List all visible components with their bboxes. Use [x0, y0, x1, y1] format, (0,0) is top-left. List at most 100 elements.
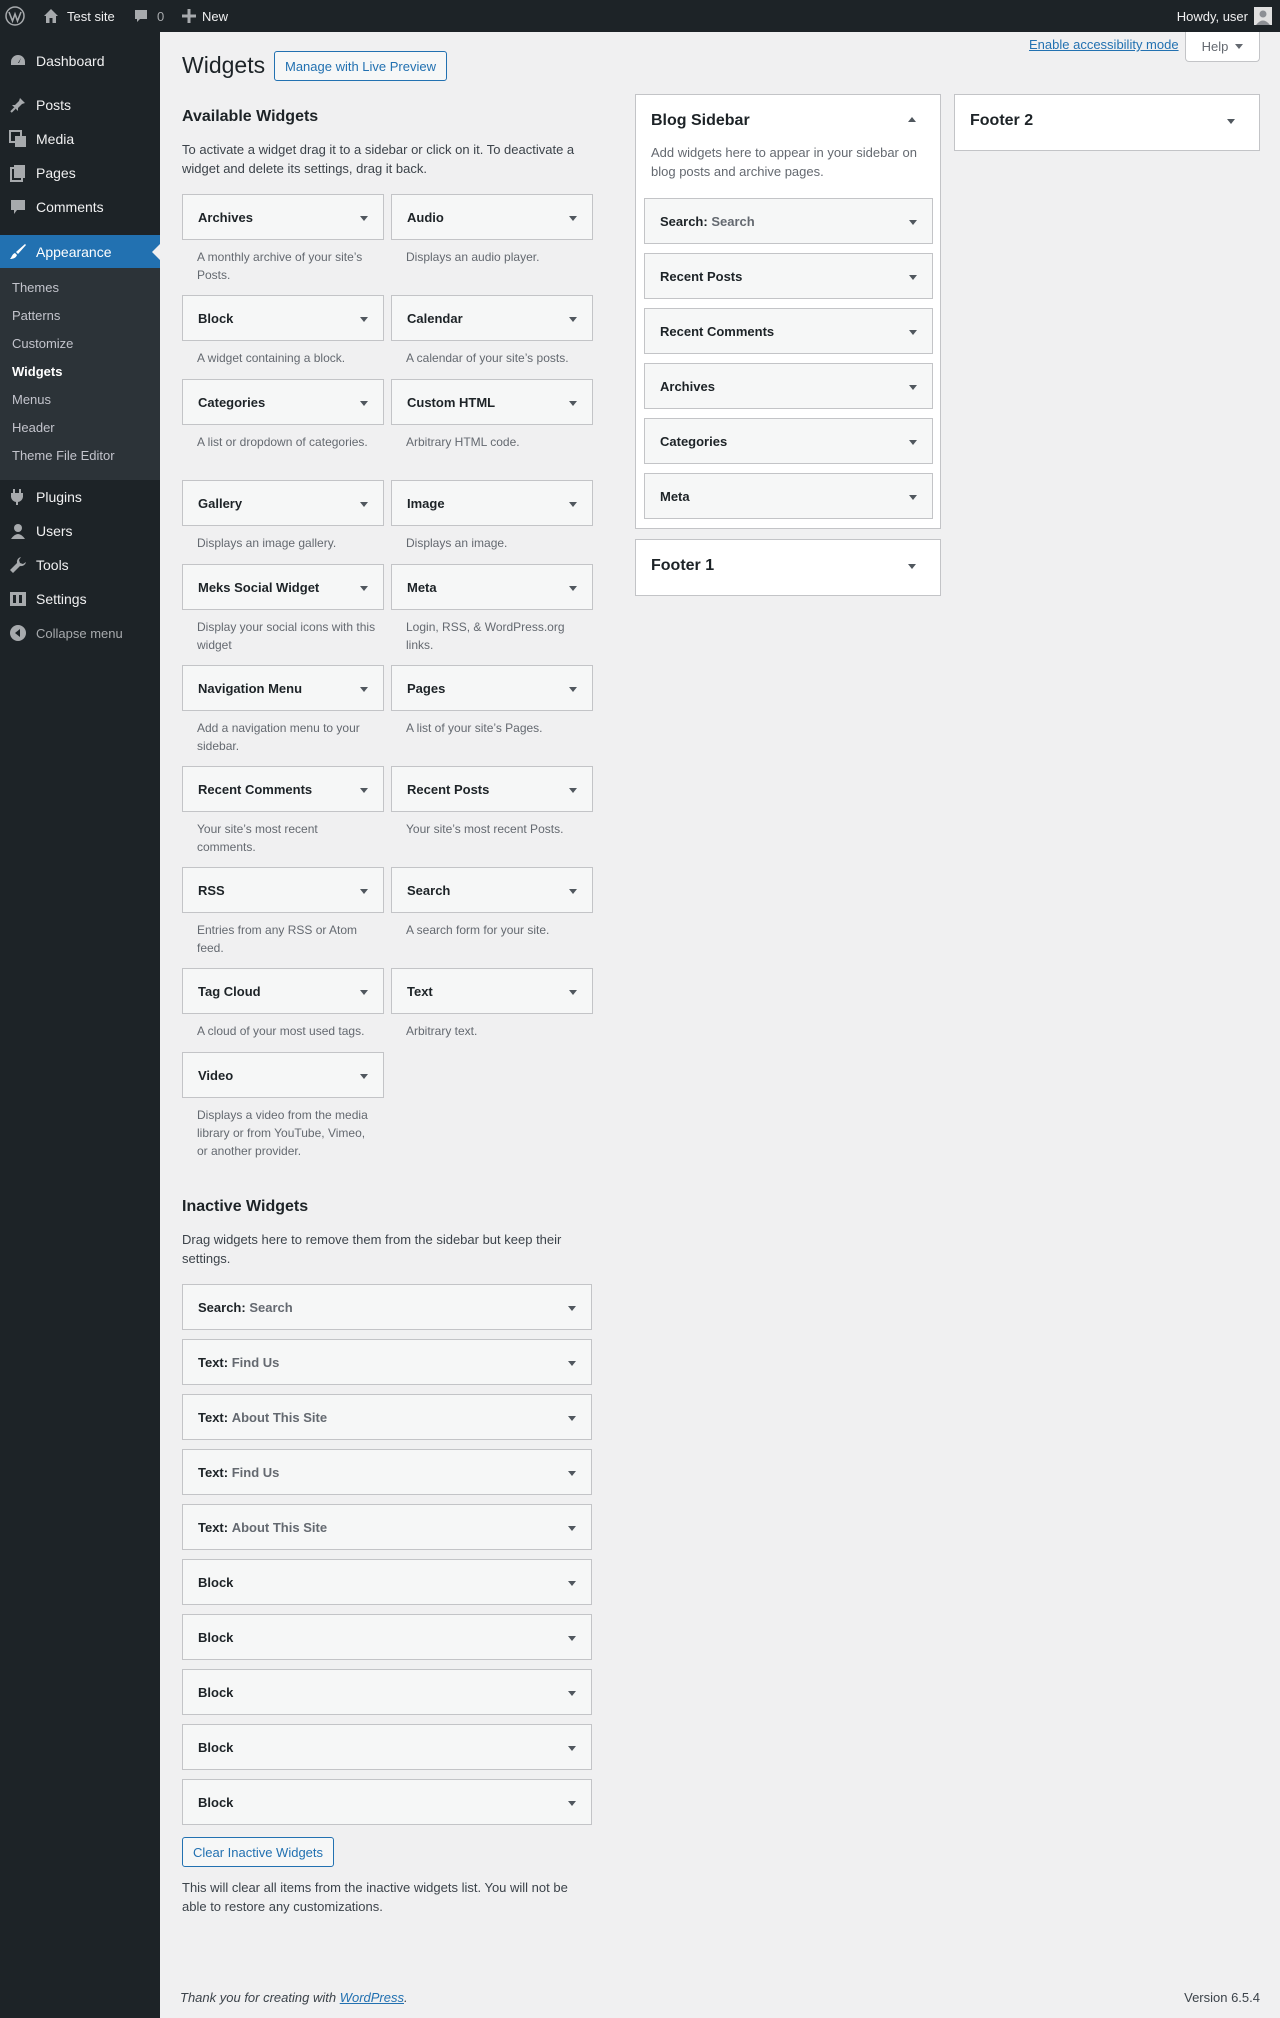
submenu-customize[interactable]: Customize — [12, 336, 73, 351]
enable-accessibility-link[interactable]: Enable accessibility mode — [1029, 37, 1179, 52]
chevron-down-icon[interactable] — [1227, 119, 1235, 124]
menu-posts[interactable]: Posts — [0, 88, 160, 122]
widget-item[interactable]: Text: Find Us — [182, 1339, 592, 1385]
chevron-down-icon[interactable] — [568, 1306, 576, 1311]
widget-item[interactable]: RSS — [182, 867, 384, 913]
chevron-down-icon[interactable] — [909, 330, 917, 335]
widget-item[interactable]: Search — [391, 867, 593, 913]
chevron-down-icon[interactable] — [569, 687, 577, 692]
widget-item[interactable]: Text — [391, 968, 593, 1014]
widget-item[interactable]: Calendar — [391, 295, 593, 341]
widget-item[interactable]: Recent Posts — [391, 766, 593, 812]
chevron-down-icon[interactable] — [568, 1471, 576, 1476]
menu-comments[interactable]: Comments — [0, 190, 160, 224]
chevron-down-icon[interactable] — [360, 586, 368, 591]
submenu-header[interactable]: Header — [12, 420, 55, 435]
menu-users[interactable]: Users — [0, 514, 160, 548]
chevron-down-icon[interactable] — [568, 1416, 576, 1421]
chevron-down-icon[interactable] — [909, 275, 917, 280]
widget-item[interactable]: Custom HTML — [391, 379, 593, 425]
chevron-down-icon[interactable] — [568, 1691, 576, 1696]
submenu-menus[interactable]: Menus — [12, 392, 51, 407]
chevron-down-icon[interactable] — [568, 1636, 576, 1641]
chevron-down-icon[interactable] — [360, 502, 368, 507]
chevron-down-icon[interactable] — [569, 317, 577, 322]
widget-item[interactable]: Categories — [644, 418, 933, 464]
comments-link[interactable]: 0 — [133, 0, 164, 32]
chevron-down-icon[interactable] — [909, 440, 917, 445]
site-name-link[interactable]: Test site — [43, 0, 115, 32]
widget-item[interactable]: Audio — [391, 194, 593, 240]
submenu-patterns[interactable]: Patterns — [12, 308, 60, 323]
chevron-down-icon[interactable] — [360, 401, 368, 406]
account-menu[interactable]: Howdy, user — [1177, 0, 1272, 32]
chevron-down-icon[interactable] — [360, 216, 368, 221]
wordpress-logo-icon[interactable] — [5, 0, 31, 32]
widget-item[interactable]: Meta — [391, 564, 593, 610]
menu-appearance[interactable]: Appearance — [0, 235, 160, 269]
chevron-down-icon[interactable] — [908, 564, 916, 569]
chevron-down-icon[interactable] — [360, 1074, 368, 1079]
chevron-down-icon[interactable] — [568, 1581, 576, 1586]
menu-dashboard[interactable]: Dashboard — [0, 44, 160, 78]
widget-item[interactable]: Block — [182, 1779, 592, 1825]
menu-media[interactable]: Media — [0, 122, 160, 156]
blog-sidebar-area[interactable]: Blog Sidebar Add widgets here to appear … — [635, 94, 941, 529]
chevron-down-icon[interactable] — [909, 220, 917, 225]
chevron-down-icon[interactable] — [568, 1801, 576, 1806]
chevron-down-icon[interactable] — [569, 401, 577, 406]
chevron-down-icon[interactable] — [360, 687, 368, 692]
widget-item[interactable]: Archives — [182, 194, 384, 240]
widget-item[interactable]: Block — [182, 1614, 592, 1660]
widget-item[interactable]: Block — [182, 1559, 592, 1605]
chevron-down-icon[interactable] — [568, 1746, 576, 1751]
manage-live-preview-button[interactable]: Manage with Live Preview — [274, 51, 447, 81]
new-content-link[interactable]: New — [182, 0, 228, 32]
wordpress-link[interactable]: WordPress — [340, 1990, 404, 2005]
widget-item[interactable]: Pages — [391, 665, 593, 711]
widget-item[interactable]: Recent Posts — [644, 253, 933, 299]
submenu-theme-file-editor[interactable]: Theme File Editor — [12, 448, 115, 463]
widget-item[interactable]: Tag Cloud — [182, 968, 384, 1014]
menu-plugins[interactable]: Plugins — [0, 480, 160, 514]
chevron-down-icon[interactable] — [569, 990, 577, 995]
footer-1-area[interactable]: Footer 1 — [635, 539, 941, 596]
help-button[interactable]: Help — [1185, 32, 1260, 62]
widget-item[interactable]: Text: About This Site — [182, 1504, 592, 1550]
widget-item[interactable]: Gallery — [182, 480, 384, 526]
chevron-down-icon[interactable] — [569, 216, 577, 221]
chevron-down-icon[interactable] — [909, 385, 917, 390]
menu-tools[interactable]: Tools — [0, 548, 160, 582]
widget-item[interactable]: Block — [182, 1724, 592, 1770]
widget-item[interactable]: Search: Search — [182, 1284, 592, 1330]
menu-pages[interactable]: Pages — [0, 156, 160, 190]
chevron-down-icon[interactable] — [360, 317, 368, 322]
widget-item[interactable]: Search: Search — [644, 198, 933, 244]
widget-item[interactable]: Archives — [644, 363, 933, 409]
chevron-down-icon[interactable] — [569, 889, 577, 894]
widget-item[interactable]: Image — [391, 480, 593, 526]
chevron-down-icon[interactable] — [568, 1361, 576, 1366]
widget-item[interactable]: Text: About This Site — [182, 1394, 592, 1440]
submenu-themes[interactable]: Themes — [12, 280, 59, 295]
widget-item[interactable]: Block — [182, 1669, 592, 1715]
widget-item[interactable]: Categories — [182, 379, 384, 425]
widget-item[interactable]: Video — [182, 1052, 384, 1098]
chevron-down-icon[interactable] — [569, 788, 577, 793]
footer-2-area[interactable]: Footer 2 — [954, 94, 1260, 151]
widget-item[interactable]: Text: Find Us — [182, 1449, 592, 1495]
chevron-down-icon[interactable] — [360, 788, 368, 793]
menu-settings[interactable]: Settings — [0, 582, 160, 616]
widget-item[interactable]: Meks Social Widget — [182, 564, 384, 610]
widget-item[interactable]: Recent Comments — [182, 766, 384, 812]
clear-inactive-widgets-button[interactable]: Clear Inactive Widgets — [182, 1837, 334, 1867]
widget-item[interactable]: Meta — [644, 473, 933, 519]
collapse-menu-button[interactable]: Collapse menu — [0, 616, 160, 650]
chevron-down-icon[interactable] — [360, 990, 368, 995]
chevron-down-icon[interactable] — [569, 586, 577, 591]
chevron-down-icon[interactable] — [909, 495, 917, 500]
widget-item[interactable]: Block — [182, 295, 384, 341]
widget-item[interactable]: Navigation Menu — [182, 665, 384, 711]
chevron-down-icon[interactable] — [360, 889, 368, 894]
chevron-up-icon[interactable] — [908, 117, 916, 122]
